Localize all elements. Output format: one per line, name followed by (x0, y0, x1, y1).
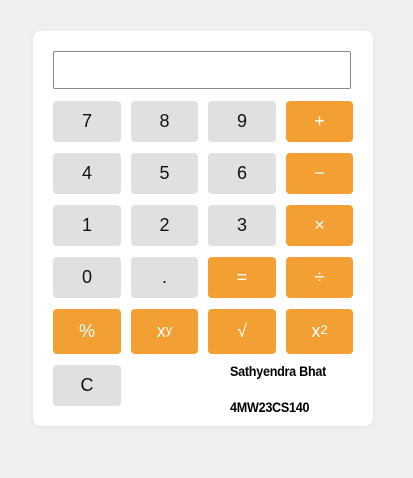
square-base-label: x (311, 321, 321, 341)
decimal-button[interactable]: . (131, 257, 198, 298)
power-button[interactable]: xy (131, 309, 198, 354)
subtract-button[interactable]: − (286, 153, 353, 194)
digit-4-button[interactable]: 4 (53, 153, 121, 194)
divide-button[interactable]: ÷ (286, 257, 353, 298)
digit-1-button[interactable]: 1 (53, 205, 121, 246)
digit-5-button[interactable]: 5 (131, 153, 198, 194)
author-name: Sathyendra Bhat (230, 363, 327, 379)
percent-button[interactable]: % (53, 309, 121, 354)
digit-3-button[interactable]: 3 (208, 205, 276, 246)
author-usn: 4MW23CS140 (230, 399, 310, 415)
power-base-label: x (156, 321, 166, 341)
digit-2-button[interactable]: 2 (131, 205, 198, 246)
add-button[interactable]: + (286, 101, 353, 142)
digit-0-button[interactable]: 0 (53, 257, 121, 298)
equals-button[interactable]: = (208, 257, 276, 298)
digit-8-button[interactable]: 8 (131, 101, 198, 142)
clear-button[interactable]: C (53, 365, 121, 406)
square-root-button[interactable]: √ (208, 309, 276, 354)
square-button[interactable]: x2 (286, 309, 353, 354)
digit-6-button[interactable]: 6 (208, 153, 276, 194)
calculator-display[interactable] (53, 51, 351, 89)
multiply-button[interactable]: × (286, 205, 353, 246)
digit-7-button[interactable]: 7 (53, 101, 121, 142)
digit-9-button[interactable]: 9 (208, 101, 276, 142)
